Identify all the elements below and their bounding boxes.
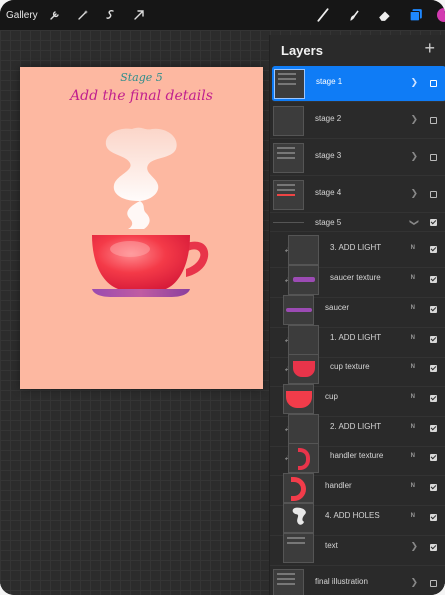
blend-mode-label[interactable]: N <box>411 245 415 251</box>
blend-mode-label[interactable]: N <box>411 424 415 430</box>
visibility-checkbox[interactable] <box>430 454 437 461</box>
visibility-checkbox[interactable] <box>430 154 437 161</box>
layer-name: saucer texture <box>330 273 381 282</box>
layer-row[interactable]: stage 1 ❯ <box>272 66 445 102</box>
layer-name: 4. ADD HOLES <box>325 511 380 520</box>
visibility-checkbox[interactable] <box>430 395 437 402</box>
blend-mode-label[interactable]: N <box>411 275 415 281</box>
layer-thumbnail <box>273 143 304 173</box>
saucer <box>92 289 190 297</box>
layer-name: final illustration <box>315 577 368 586</box>
group-divider <box>273 222 304 223</box>
color-picker-swatch[interactable] <box>437 8 445 22</box>
layer-name: stage 1 <box>316 77 343 86</box>
layers-icon[interactable] <box>409 8 423 22</box>
smudge-icon[interactable] <box>347 8 361 22</box>
visibility-checkbox[interactable] <box>430 544 437 551</box>
layer-name: 2. ADD LIGHT <box>330 422 382 431</box>
layer-name: saucer <box>325 303 350 312</box>
layer-name: 1. ADD LIGHT <box>330 333 382 342</box>
layers-panel-header: Layers + <box>270 35 445 66</box>
layer-thumbnail <box>283 384 314 414</box>
blend-mode-label[interactable]: N <box>411 305 415 311</box>
layer-name: 3. ADD LIGHT <box>330 243 382 252</box>
visibility-checkbox[interactable] <box>430 336 437 343</box>
layer-thumbnail <box>283 295 314 325</box>
visibility-checkbox[interactable] <box>430 580 437 587</box>
tea-cup-illustration <box>92 127 209 297</box>
layer-name: stage 5 <box>315 218 342 227</box>
layer-thumbnail <box>288 443 319 473</box>
blend-mode-label[interactable]: N <box>411 335 415 341</box>
procreate-window: Gallery Stage 5 Add the final details La… <box>0 0 445 595</box>
layers-panel: Layers + stage 1 ❯ stage 2 ❯ stage 3 ❯ s… <box>269 35 445 595</box>
blend-mode-label[interactable]: N <box>411 453 415 459</box>
visibility-checkbox[interactable] <box>430 425 437 432</box>
visibility-checkbox[interactable] <box>430 365 437 372</box>
layer-thumbnail <box>288 354 319 384</box>
layer-name: cup texture <box>330 362 370 371</box>
layer-thumbnail <box>283 473 314 503</box>
layer-thumbnail <box>273 569 304 595</box>
layer-row[interactable]: stage 5 ❯ <box>270 214 445 232</box>
layer-thumbnail <box>288 265 319 295</box>
transform-arrow-icon[interactable] <box>132 8 146 22</box>
chevron-right-icon[interactable]: ❯ <box>410 541 418 552</box>
layer-row[interactable]: stage 2 ❯ <box>270 103 445 139</box>
visibility-checkbox[interactable] <box>430 117 437 124</box>
chevron-right-icon[interactable]: ❯ <box>410 577 418 588</box>
visibility-checkbox[interactable] <box>430 219 437 226</box>
visibility-checkbox[interactable] <box>430 246 437 253</box>
blend-mode-label[interactable]: N <box>411 364 415 370</box>
headline-caption: Add the final details <box>70 88 213 104</box>
layers-title: Layers <box>281 43 323 58</box>
layer-name: text <box>325 541 338 550</box>
layer-row[interactable]: stage 3 ❯ <box>270 140 445 176</box>
visibility-checkbox[interactable] <box>430 276 437 283</box>
layer-name: stage 2 <box>315 114 342 123</box>
layer-thumbnail <box>273 180 304 210</box>
steam-shape <box>105 127 177 201</box>
blend-mode-label[interactable]: N <box>411 513 415 519</box>
visibility-checkbox[interactable] <box>430 80 437 87</box>
selection-icon[interactable] <box>104 8 118 22</box>
layer-thumbnail <box>274 69 305 99</box>
layer-thumbnail <box>273 106 304 136</box>
gallery-button[interactable]: Gallery <box>6 10 38 21</box>
visibility-checkbox[interactable] <box>430 191 437 198</box>
chevron-right-icon[interactable]: ❯ <box>410 188 418 199</box>
layer-name: handler texture <box>330 451 384 460</box>
layer-thumbnail <box>283 503 314 533</box>
chevron-right-icon[interactable]: ❯ <box>410 114 418 125</box>
layer-thumbnail <box>288 235 319 265</box>
wrench-icon[interactable] <box>48 8 62 22</box>
right-tool-group <box>299 0 445 30</box>
blend-mode-label[interactable]: N <box>411 483 415 489</box>
blend-mode-label[interactable]: N <box>411 394 415 400</box>
layer-name: handler <box>325 481 352 490</box>
layer-row[interactable]: text ❯ <box>270 530 445 566</box>
artwork-canvas[interactable]: Stage 5 Add the final details <box>20 67 263 389</box>
chevron-down-icon[interactable]: ❯ <box>409 219 420 227</box>
layer-thumbnail <box>283 533 314 563</box>
layer-row[interactable]: stage 4 ❯ <box>270 177 445 213</box>
layer-name: cup <box>325 392 338 401</box>
visibility-checkbox[interactable] <box>430 484 437 491</box>
add-layer-button[interactable]: + <box>424 38 435 59</box>
visibility-checkbox[interactable] <box>430 306 437 313</box>
brush-icon[interactable] <box>316 8 330 22</box>
layer-name: stage 3 <box>315 151 342 160</box>
magic-wand-icon[interactable] <box>76 8 90 22</box>
layer-name: stage 4 <box>315 188 342 197</box>
visibility-checkbox[interactable] <box>430 514 437 521</box>
chevron-right-icon[interactable]: ❯ <box>410 77 418 88</box>
eraser-icon[interactable] <box>378 8 392 22</box>
top-toolbar: Gallery <box>0 0 445 30</box>
stage-caption: Stage 5 <box>120 71 163 84</box>
chevron-right-icon[interactable]: ❯ <box>410 151 418 162</box>
layer-row[interactable]: final illustration ❯ <box>270 566 445 595</box>
